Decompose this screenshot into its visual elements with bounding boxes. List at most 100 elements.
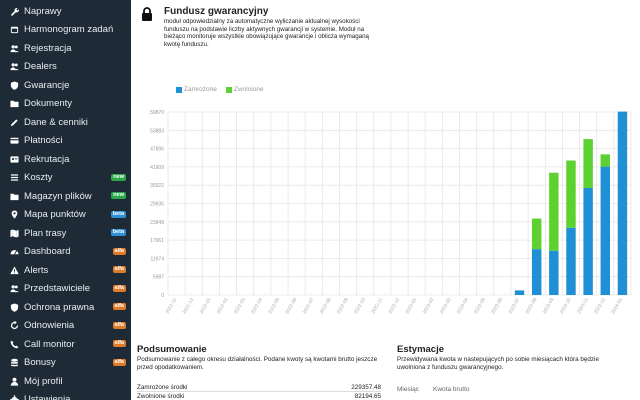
y-tick-label: 0 (161, 293, 164, 299)
sidebar-item[interactable]: Dane & cenniki (0, 113, 131, 132)
x-tick-label: 2023-06 (490, 297, 504, 315)
x-tick-label: 2023-07 (507, 297, 521, 315)
sidebar-item-label: Rekrutacja (24, 153, 70, 165)
bar-zamrozone (566, 227, 576, 295)
bar-zamrozone (583, 188, 593, 295)
legend-label: Zamrożone (184, 86, 217, 93)
sidebar-item-label: Dokumenty (24, 98, 73, 110)
sidebar-item[interactable]: Ochrona prawna alfa (0, 298, 131, 317)
page-description: moduł odpowiedzialny za automatyczne wyl… (164, 18, 369, 48)
sidebar-item[interactable]: Harmonogram zadań (0, 21, 131, 40)
sidebar-item[interactable]: Mój profil (0, 372, 131, 391)
sidebar-item[interactable]: Magazyn plików new (0, 187, 131, 206)
sidebar-item[interactable]: Odnowienia alfa (0, 317, 131, 336)
sidebar-item[interactable]: Koszty new (0, 169, 131, 188)
x-tick-label: 2022-04 (250, 297, 264, 315)
sidebar-item[interactable]: Plan trasy beta (0, 224, 131, 243)
x-tick-label: 2022-03 (233, 297, 247, 315)
summary-title: Podsumowanie (137, 344, 207, 355)
y-tick-label: 29935 (150, 202, 164, 208)
sidebar-item[interactable]: Rejestracja (0, 39, 131, 58)
x-tick-label: 2022-07 (301, 297, 315, 315)
legend-swatch (225, 86, 232, 93)
x-tick-label: 2023-05 (473, 297, 487, 315)
x-tick-label: 2022-06 (284, 297, 298, 315)
estimation-description: Przewidywana kwota w nastepujących po so… (397, 356, 599, 371)
status-badge: new (111, 173, 126, 181)
id-card-icon (9, 154, 19, 164)
warning-icon (9, 265, 19, 275)
sidebar-item[interactable]: Alerts alfa (0, 261, 131, 280)
sidebar-item-label: Alerts (24, 264, 49, 276)
x-tick-label: 2023-12 (593, 297, 607, 315)
sidebar-item[interactable]: Call monitor alfa (0, 335, 131, 354)
bar-zamrozone (531, 249, 542, 295)
sidebar-item[interactable]: Płatności (0, 132, 131, 151)
x-tick-label: 2022-08 (319, 297, 333, 315)
sidebar-item[interactable]: Przedstawiciele alfa (0, 280, 131, 299)
sidebar-item[interactable]: Ustawienia (0, 391, 131, 400)
page-title: Fundusz gwarancyjny (164, 6, 269, 17)
summary-row-label: Zwolnione środki (137, 392, 185, 400)
y-tick-label: 59870 (150, 110, 164, 116)
refresh-icon (9, 321, 19, 331)
x-tick-label: 2023-01 (404, 297, 418, 315)
sidebar-item-label: Dashboard (24, 246, 71, 258)
x-tick-label: 2023-08 (524, 297, 538, 315)
folder-icon (9, 99, 19, 109)
sidebar-item-label: Koszty (24, 172, 53, 184)
legend-item-zwolnione[interactable]: Zwolnione (225, 86, 264, 93)
bar-zamrozone (617, 111, 628, 296)
y-tick-label: 47896 (150, 147, 164, 153)
sidebar-item-label: Odnowienia (24, 320, 75, 332)
bar-zwolnione (600, 154, 610, 167)
sidebar: Naprawy Harmonogram zadań Rejestracja Deale… (0, 0, 131, 400)
status-badge: beta (110, 229, 126, 236)
y-tick-label: 11974 (150, 256, 164, 262)
sidebar-item[interactable]: Dokumenty (0, 95, 131, 114)
status-badge: alfa (112, 303, 126, 310)
sidebar-item[interactable]: Dashboard alfa (0, 243, 131, 262)
map-marker-icon (9, 210, 19, 220)
summary-description: Podsumowanie z całego okresu działalnośc… (137, 356, 378, 371)
y-tick-label: 5987 (153, 275, 164, 281)
estimation-column-header[interactable]: Kwota brutto (433, 386, 470, 393)
sidebar-item[interactable]: Rekrutacja (0, 150, 131, 169)
x-tick-label: 2022-09 (336, 297, 350, 315)
calendar-icon (9, 25, 19, 35)
sidebar-item-label: Gwarancje (24, 79, 70, 91)
coins-icon (9, 358, 19, 368)
status-badge: alfa (112, 358, 126, 366)
y-tick-label: 35922 (150, 183, 164, 189)
sidebar-item[interactable]: Dealers (0, 58, 131, 77)
dashboard-icon (9, 247, 19, 257)
x-tick-label: 2021-12 (181, 297, 195, 315)
x-tick-label: 2022-02 (216, 297, 230, 315)
status-badge: alfa (112, 284, 126, 292)
x-tick-label: 2022-05 (267, 297, 281, 315)
sidebar-item-label: Call monitor (24, 338, 75, 350)
x-tick-label: 2022-11 (370, 297, 384, 315)
sidebar-item[interactable]: Naprawy (0, 2, 131, 21)
wrench-icon (9, 6, 19, 16)
y-tick-label: 17961 (150, 238, 164, 244)
estimation-column-header[interactable]: Miesiąc (397, 386, 419, 393)
y-tick-label: 53883 (150, 128, 164, 134)
x-tick-label: 2023-09 (542, 297, 556, 315)
y-tick-label: 41909 (150, 165, 164, 171)
credit-card-icon (9, 136, 19, 146)
sidebar-item[interactable]: Gwarancje (0, 76, 131, 95)
legend-item-zamrozone[interactable]: Zamrożone (176, 86, 217, 93)
sidebar-item[interactable]: Mapa punktów beta (0, 206, 131, 225)
pencil-icon (9, 117, 19, 127)
status-badge: beta (110, 210, 126, 218)
sidebar-item-label: Przedstawiciele (24, 283, 90, 295)
chart-legend: Zamrożone Zwolnione (176, 86, 264, 93)
sidebar-item[interactable]: Bonusy alfa (0, 354, 131, 373)
route-icon (9, 228, 19, 238)
x-tick-label: 2021-11 (164, 297, 178, 315)
legend-swatch (176, 86, 182, 93)
folder-icon (9, 191, 19, 201)
sidebar-item-label: Dane & cenniki (24, 116, 88, 128)
sidebar-item-label: Magazyn plików (24, 190, 92, 202)
